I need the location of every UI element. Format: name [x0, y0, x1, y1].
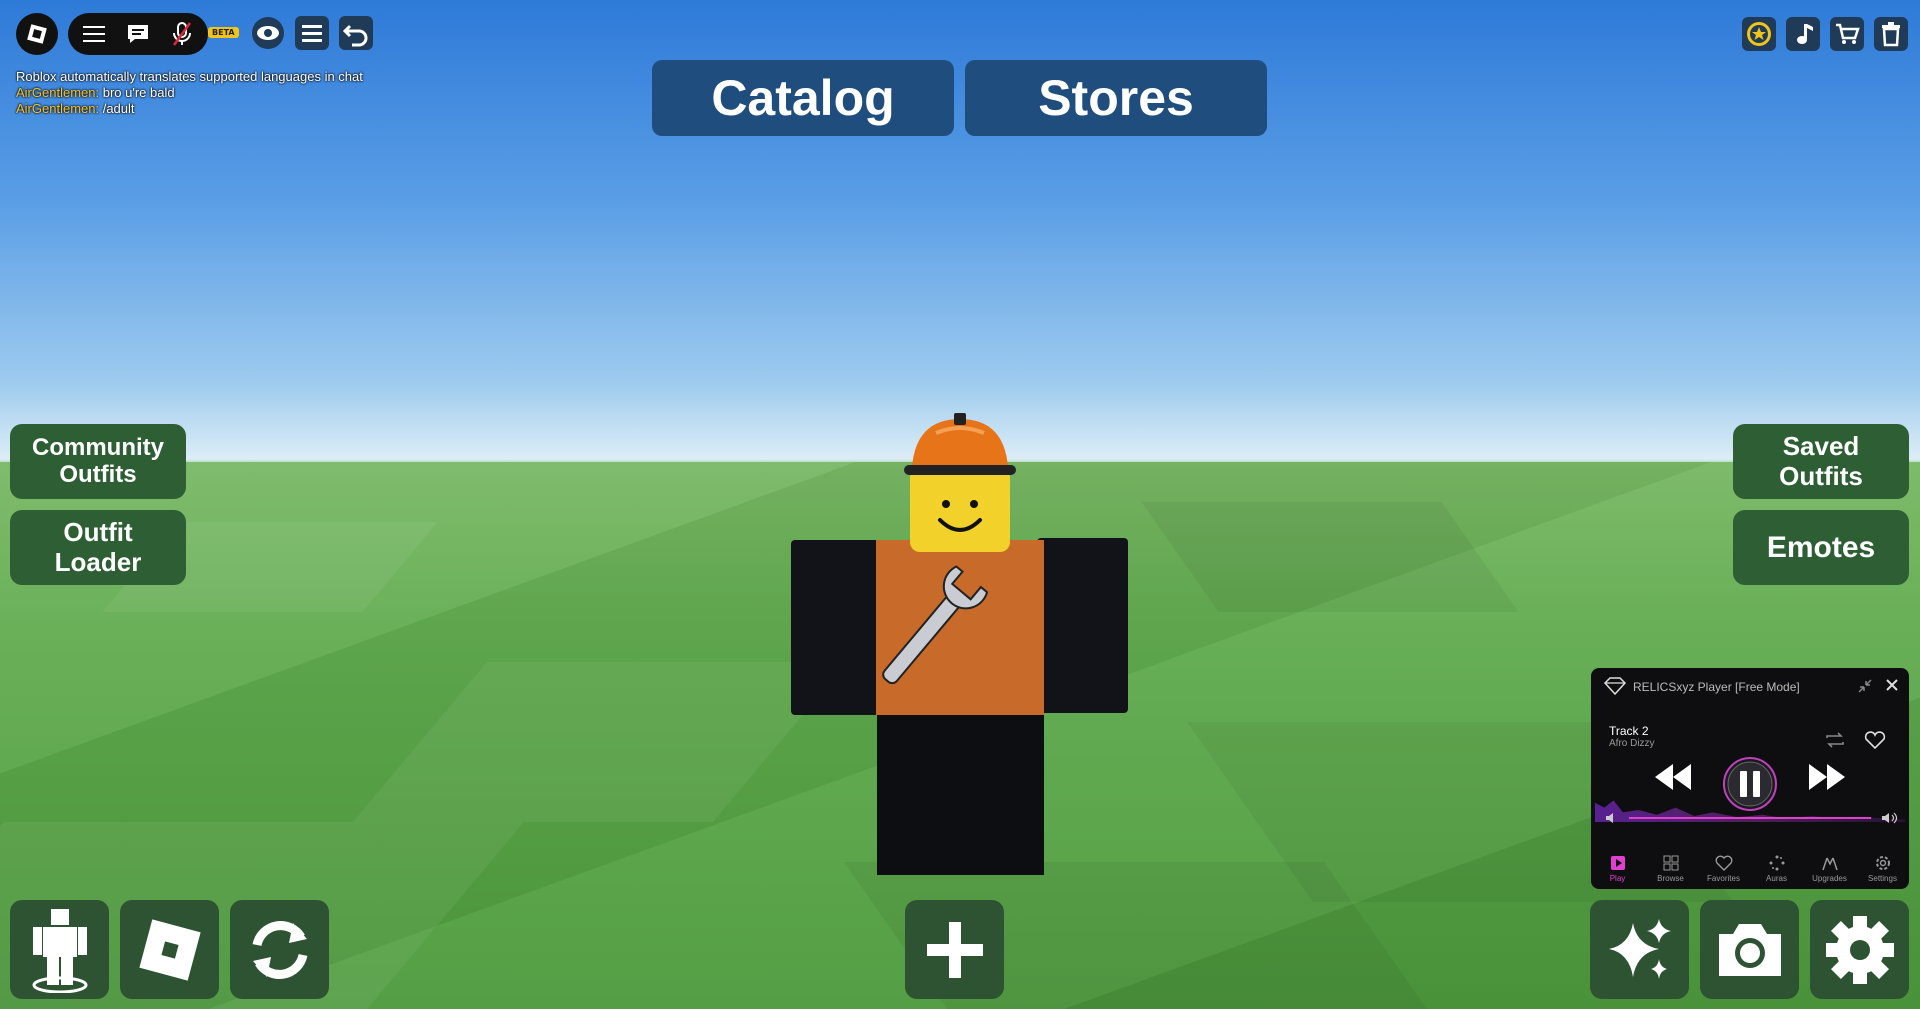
outfit-loader-button[interactable]: Outfit Loader — [10, 510, 186, 585]
refresh-button[interactable] — [230, 900, 329, 999]
shopping-cart-icon[interactable] — [1830, 17, 1864, 51]
camera-button[interactable] — [1700, 900, 1799, 999]
player-title: RELICSxyz Player [Free Mode] — [1633, 680, 1800, 694]
chat-message: AirGentlemen: bro u're bald — [16, 85, 363, 101]
roblox-menu-button[interactable] — [16, 13, 58, 55]
roblox-logo-button[interactable] — [120, 900, 219, 999]
chat-icon[interactable] — [116, 13, 160, 55]
track-artist: Afro Dizzy — [1609, 738, 1655, 749]
avatar-torso — [876, 540, 1044, 715]
hamburger-menu-icon[interactable] — [72, 13, 116, 55]
volume-slider[interactable] — [1629, 817, 1871, 819]
tab-label: Favorites — [1707, 874, 1740, 883]
track-title: Track 2 — [1609, 724, 1649, 738]
heart-icon[interactable] — [1863, 730, 1887, 750]
chat-username: AirGentlemen: — [16, 85, 100, 100]
volume-low-icon — [1606, 813, 1613, 823]
topbar-pill — [68, 13, 208, 55]
roblox-logo-icon — [27, 24, 47, 44]
avatar-right-arm — [1037, 538, 1128, 713]
tab-label: Play — [1609, 874, 1626, 883]
trash-icon[interactable] — [1874, 17, 1908, 51]
chat-username: AirGentlemen: — [16, 101, 100, 116]
avatar-editor-button[interactable] — [10, 900, 109, 999]
tab-label: Upgrades — [1812, 874, 1847, 883]
roblox-logo-icon — [138, 918, 201, 981]
chat-log: Roblox automatically translates supporte… — [16, 69, 363, 117]
eye-visibility-icon[interactable] — [250, 15, 286, 51]
gear-icon — [1825, 915, 1894, 984]
chat-text: /adult — [102, 101, 135, 116]
chat-message: AirGentlemen: /adult — [16, 101, 363, 117]
tab-settings[interactable]: Settings — [1856, 853, 1909, 883]
avatar-head — [910, 468, 1010, 552]
tab-label: Browse — [1657, 874, 1684, 883]
list-menu-icon[interactable] — [294, 15, 330, 51]
wrench-shirt-icon — [882, 565, 989, 685]
sparkles-button[interactable] — [1590, 900, 1689, 999]
camera-icon — [1718, 923, 1781, 976]
play-icon — [1610, 856, 1625, 870]
close-icon[interactable] — [1884, 677, 1900, 693]
upgrades-icon — [1821, 857, 1838, 871]
settings-button[interactable] — [1810, 900, 1909, 999]
rewind-icon[interactable] — [1653, 762, 1693, 792]
tab-auras[interactable]: Auras — [1750, 853, 1803, 883]
avatar-left-arm — [791, 540, 881, 715]
undo-icon[interactable] — [338, 15, 374, 51]
diamond-icon — [1603, 677, 1627, 696]
player-tab-bar: Play Browse Favorites Auras Upgrades Set… — [1591, 853, 1909, 883]
star-badge-icon[interactable] — [1742, 17, 1776, 51]
community-outfits-button[interactable]: Community Outfits — [10, 424, 186, 499]
emotes-button[interactable]: Emotes — [1733, 510, 1909, 585]
chat-system-message: Roblox automatically translates supporte… — [16, 69, 363, 84]
refresh-icon — [252, 920, 307, 979]
volume-high-icon — [1882, 812, 1898, 824]
tab-favorites[interactable]: Favorites — [1697, 853, 1750, 883]
tab-browse[interactable]: Browse — [1644, 853, 1697, 883]
repeat-icon[interactable] — [1823, 730, 1847, 750]
tab-label: Auras — [1766, 874, 1787, 883]
saved-outfits-button[interactable]: Saved Outfits — [1733, 424, 1909, 499]
heart-icon — [1715, 855, 1732, 871]
auras-icon — [1769, 855, 1784, 871]
avatar-right-leg — [960, 713, 1044, 875]
sparkles-icon — [1608, 918, 1671, 979]
add-button[interactable] — [905, 900, 1004, 999]
fast-forward-icon[interactable] — [1807, 762, 1847, 792]
stores-button[interactable]: Stores — [965, 60, 1267, 136]
music-note-icon[interactable] — [1786, 17, 1820, 51]
tab-upgrades[interactable]: Upgrades — [1803, 853, 1856, 883]
music-player-panel: RELICSxyz Player [Free Mode] Track 2 Afr… — [1591, 668, 1909, 889]
tab-play[interactable]: Play — [1591, 853, 1644, 883]
beta-badge: BETA — [208, 27, 239, 38]
gear-icon — [1875, 856, 1890, 870]
pause-icon[interactable] — [1722, 756, 1778, 812]
avatar-left-leg — [877, 713, 961, 875]
chat-text: bro u're bald — [102, 85, 175, 100]
avatar-figure-icon — [32, 908, 87, 993]
plus-icon — [926, 921, 983, 978]
hard-hat-icon — [902, 413, 1018, 479]
minimize-icon[interactable] — [1856, 677, 1874, 695]
catalog-button[interactable]: Catalog — [652, 60, 954, 136]
tab-label: Settings — [1868, 874, 1897, 883]
browse-grid-icon — [1663, 855, 1678, 871]
muted-microphone-icon[interactable] — [160, 13, 204, 55]
